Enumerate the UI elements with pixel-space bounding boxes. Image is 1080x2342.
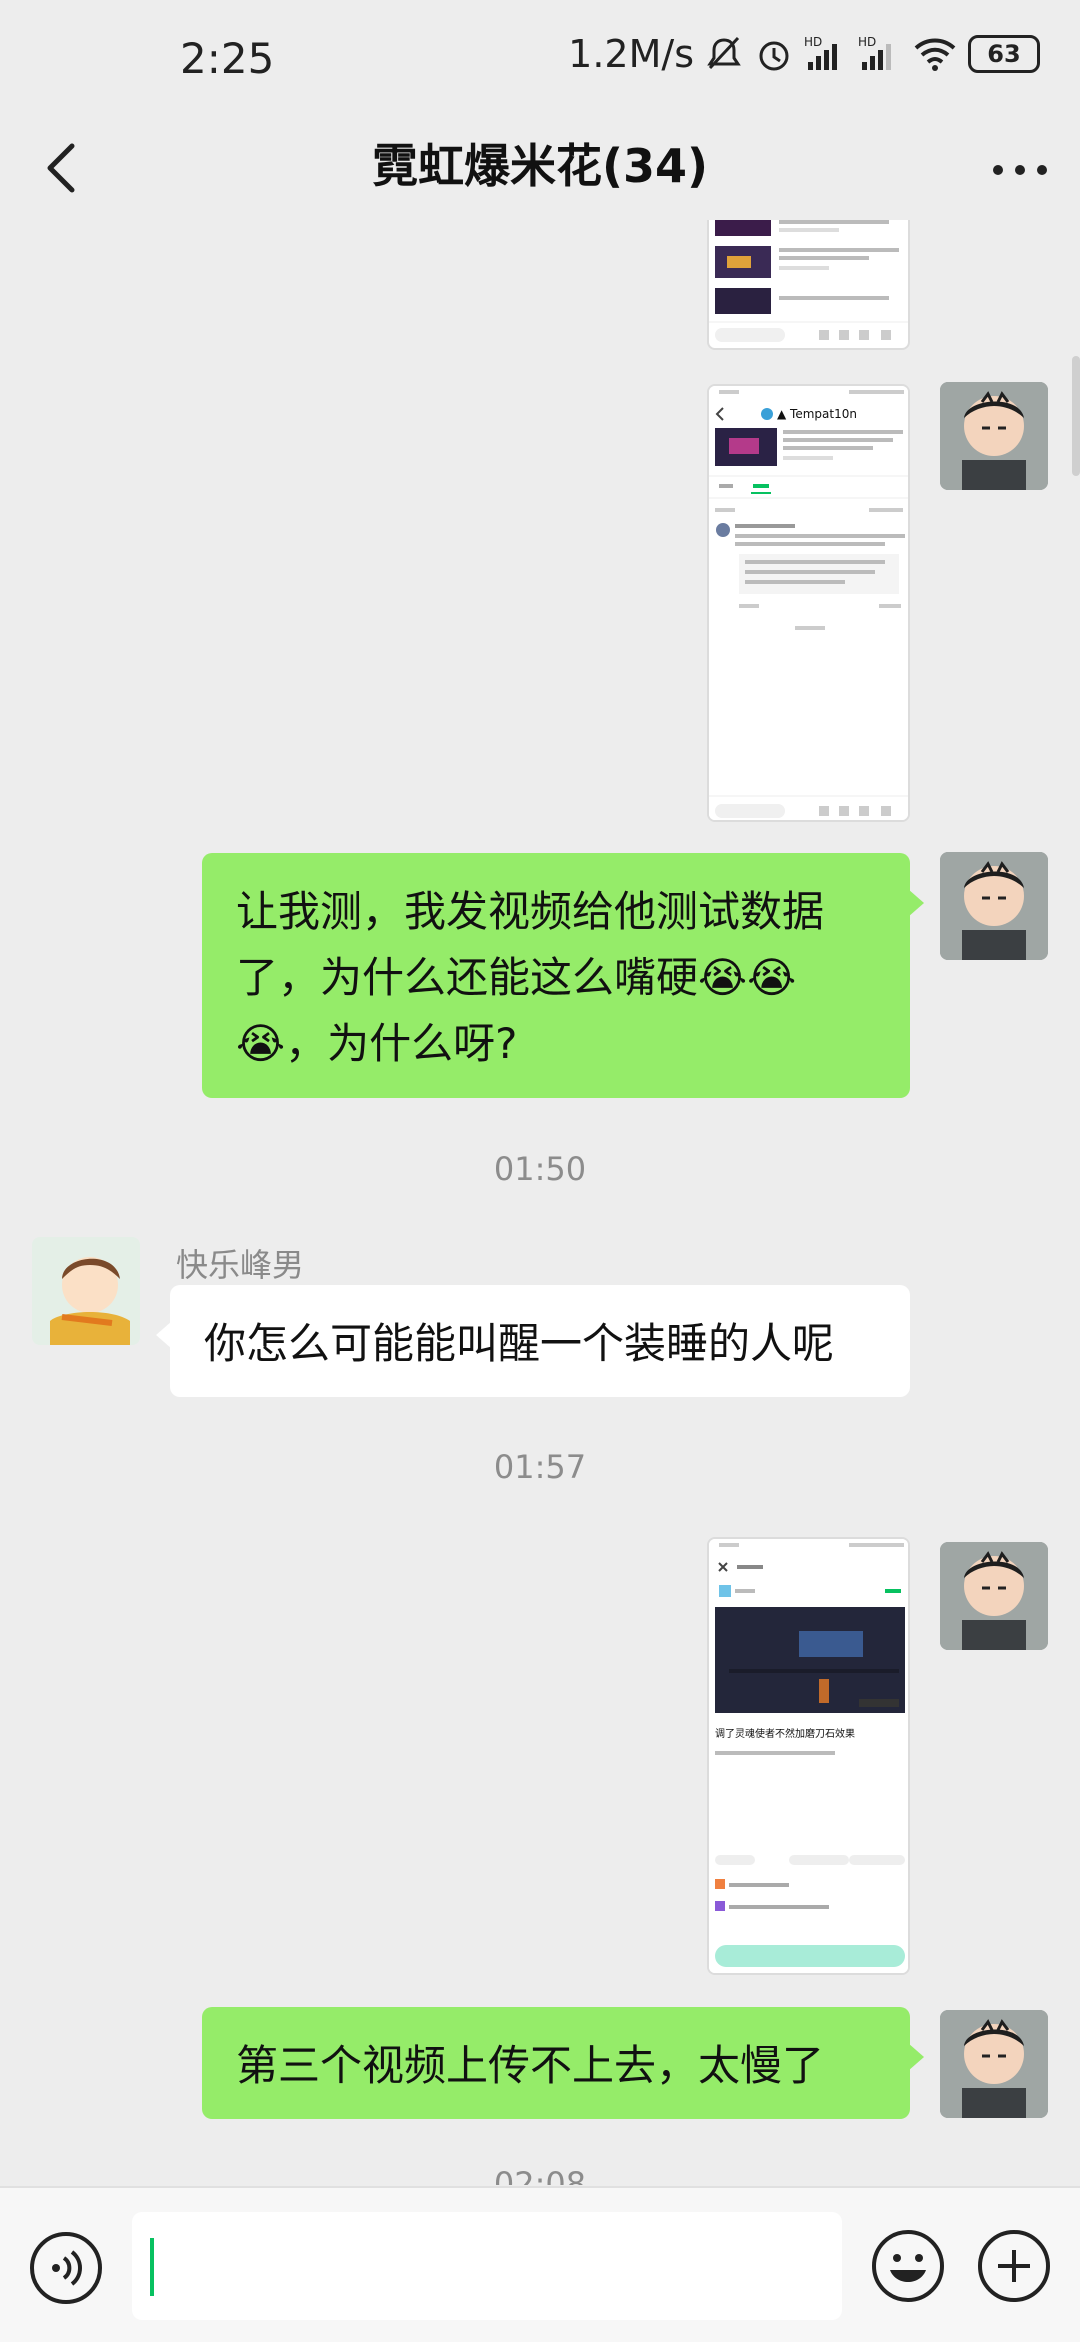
screenshot-thumbnail: ▲ Tempat10n (709, 386, 908, 820)
image-message[interactable] (707, 220, 910, 350)
message-input[interactable] (132, 2212, 842, 2320)
chat-title: 霓虹爆米花(34) (371, 139, 709, 193)
wifi-icon (914, 38, 956, 71)
message-text: 让我测，我发视频给他测试数据了，为什么还能这么嘴硬😭😭😭，为什么呀? (236, 887, 825, 1068)
avatar[interactable] (940, 2010, 1048, 2118)
message-text: 第三个视频上传不上去，太慢了 (236, 2041, 825, 2090)
status-icons: 1.2M/s HD HD 63 (568, 32, 1040, 76)
avatar[interactable] (32, 1237, 140, 1345)
svg-text:HD: HD (804, 35, 822, 49)
screenshot-thumbnail (709, 220, 908, 342)
message-text: 你怎么可能能叫醒一个装睡的人呢 (204, 1319, 835, 1368)
screenshot-thumbnail: 调了灵魂使者不然加磨刀石效果 (709, 1539, 908, 1973)
chat-header: 霓虹爆米花(34) (0, 120, 1080, 220)
text-caret (150, 2238, 154, 2296)
status-time: 2:25 (180, 34, 275, 83)
image-message[interactable]: 调了灵魂使者不然加磨刀石效果 (707, 1537, 910, 1975)
alarm-icon (759, 41, 789, 71)
voice-icon[interactable] (28, 2230, 104, 2306)
more-dots-icon[interactable] (988, 140, 1052, 200)
emoji-icon[interactable] (870, 2228, 946, 2304)
mute-icon (707, 36, 741, 70)
signal-hd-icon: HD (858, 35, 891, 70)
avatar-image (940, 382, 1048, 490)
message-timestamp: 01:57 (493, 1448, 587, 1486)
svg-text:HD: HD (858, 35, 876, 49)
network-speed: 1.2M/s (568, 32, 694, 76)
message-bubble[interactable]: 你怎么可能能叫醒一个装睡的人呢 (156, 1285, 910, 1397)
avatar-image (940, 2010, 1048, 2118)
avatar-image (32, 1237, 140, 1345)
status-bar: 2:25 1.2M/s HD HD 63 (0, 0, 1080, 120)
message-list[interactable]: ▲ Tempat10n 让我测，我发视频给他测试数据了，为什么还能这么嘴硬😭😭😭… (0, 220, 1080, 2185)
plus-icon[interactable] (976, 2228, 1052, 2304)
embedded-title: ▲ Tempat10n (777, 407, 857, 421)
scrollbar[interactable] (1072, 356, 1080, 476)
image-message[interactable]: ▲ Tempat10n (707, 384, 910, 822)
signal-hd-icon: HD (804, 35, 837, 70)
message-timestamp: 02:08 (493, 2165, 587, 2185)
input-bar (0, 2186, 1080, 2342)
message-timestamp: 01:50 (493, 1150, 587, 1188)
embedded-caption: 调了灵魂使者不然加磨刀石效果 (715, 1727, 855, 1740)
avatar-image (940, 852, 1048, 960)
avatar[interactable] (940, 382, 1048, 490)
battery-icon: 63 (968, 35, 1040, 73)
avatar[interactable] (940, 1542, 1048, 1650)
message-bubble[interactable]: 让我测，我发视频给他测试数据了，为什么还能这么嘴硬😭😭😭，为什么呀? (202, 853, 924, 1098)
battery-level: 63 (987, 40, 1021, 68)
avatar[interactable] (940, 852, 1048, 960)
sender-name: 快乐峰男 (176, 1246, 305, 1284)
avatar-image (940, 1542, 1048, 1650)
message-bubble[interactable]: 第三个视频上传不上去，太慢了 (202, 2007, 924, 2119)
